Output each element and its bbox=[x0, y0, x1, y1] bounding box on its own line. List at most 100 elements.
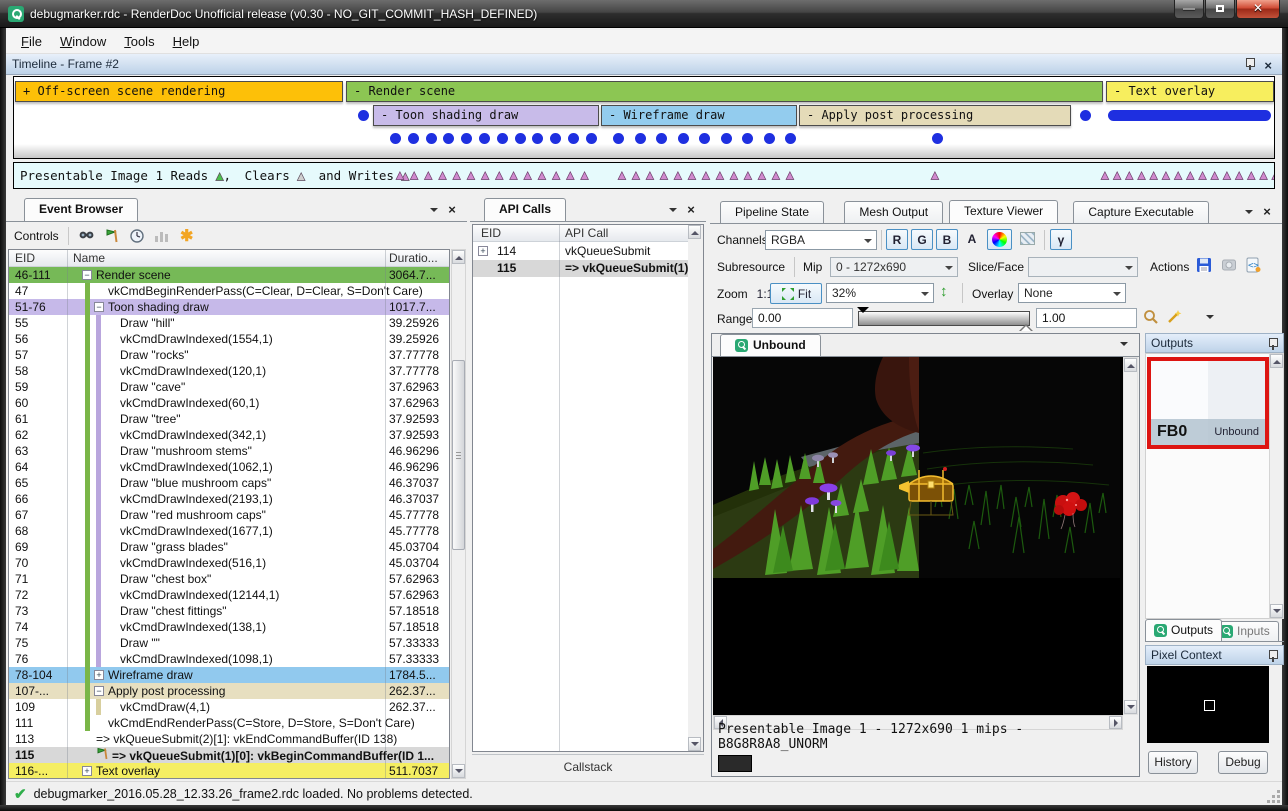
tab-api-calls[interactable]: API Calls bbox=[484, 198, 566, 221]
pin-icon[interactable] bbox=[1245, 58, 1254, 70]
title-bar[interactable]: debugmarker.rdc - RenderDoc Unofficial r… bbox=[0, 0, 1288, 28]
event-row[interactable]: 113=> vkQueueSubmit(2)[1]: vkEndCommandB… bbox=[9, 731, 449, 747]
event-row[interactable]: 67Draw "red mushroom caps"45.77778 bbox=[9, 507, 449, 523]
api-call-row[interactable]: +114vkQueueSubmit bbox=[473, 243, 688, 260]
menu-file[interactable]: File bbox=[12, 31, 51, 52]
event-row[interactable]: 62vkCmdDrawIndexed(342,1)37.92593 bbox=[9, 427, 449, 443]
event-row[interactable]: 55Draw "hill"39.25926 bbox=[9, 315, 449, 331]
checkerboard-button[interactable] bbox=[1015, 229, 1040, 250]
custom-action-icon[interactable]: ✱ bbox=[178, 227, 196, 244]
event-row[interactable]: 64vkCmdDrawIndexed(1062,1)46.96296 bbox=[9, 459, 449, 475]
event-row[interactable]: 74vkCmdDrawIndexed(138,1)57.18518 bbox=[9, 619, 449, 635]
event-row[interactable]: 68vkCmdDrawIndexed(1677,1)45.77778 bbox=[9, 523, 449, 539]
panel-dropdown-icon[interactable] bbox=[666, 203, 680, 217]
event-row[interactable]: 73Draw "chest fittings"57.18518 bbox=[9, 603, 449, 619]
event-row[interactable]: 47vkCmdBeginRenderPass(C=Clear, D=Clear,… bbox=[9, 283, 449, 299]
channels-combo[interactable]: RGBA bbox=[765, 230, 877, 250]
menu-help[interactable]: Help bbox=[164, 31, 209, 52]
scroll-up-icon[interactable] bbox=[1270, 354, 1283, 368]
event-row[interactable]: 72vkCmdDrawIndexed(12144,1)57.62963 bbox=[9, 587, 449, 603]
expand-icon[interactable]: + bbox=[94, 670, 104, 680]
history-button[interactable]: History bbox=[1148, 751, 1198, 774]
tab-mesh-output[interactable]: Mesh Output bbox=[844, 201, 943, 223]
pin-icon[interactable] bbox=[1268, 338, 1277, 350]
event-table-header[interactable]: EID Name Duratio... bbox=[9, 250, 449, 267]
autofit-magnifier-icon[interactable] bbox=[1142, 308, 1160, 325]
event-row[interactable]: 78-104+Wireframe draw1784.5... bbox=[9, 667, 449, 683]
zoom-level-combo[interactable]: 32% bbox=[826, 283, 934, 303]
event-row[interactable]: 59Draw "cave"37.62963 bbox=[9, 379, 449, 395]
outputs-header[interactable]: Outputs bbox=[1145, 333, 1284, 353]
event-row[interactable]: 109vkCmdDraw(4,1)262.37... bbox=[9, 699, 449, 715]
range-max-input[interactable]: 1.00 bbox=[1036, 308, 1137, 328]
collapse-icon[interactable]: − bbox=[82, 270, 92, 280]
channel-red-button[interactable]: R bbox=[886, 229, 908, 250]
texture-viewport[interactable] bbox=[713, 357, 1123, 715]
open-code-icon[interactable]: <> bbox=[1244, 256, 1262, 273]
event-row[interactable]: 57Draw "rocks"37.77778 bbox=[9, 347, 449, 363]
timeline-close-icon[interactable]: × bbox=[1264, 56, 1272, 76]
timeline-marker[interactable]: - Render scene bbox=[346, 81, 1103, 102]
pixel-context-header[interactable]: Pixel Context bbox=[1145, 645, 1284, 665]
range-min-input[interactable]: 0.00 bbox=[752, 308, 853, 328]
event-row[interactable]: 111vkCmdEndRenderPass(C=Store, D=Store, … bbox=[9, 715, 449, 731]
pixel-context-view[interactable] bbox=[1147, 666, 1269, 743]
tab-event-browser[interactable]: Event Browser bbox=[24, 198, 138, 221]
flip-y-icon[interactable]: ↕ bbox=[940, 283, 948, 300]
tab-pipeline-state[interactable]: Pipeline State bbox=[720, 201, 824, 223]
event-row[interactable]: 65Draw "blue mushroom caps"46.37037 bbox=[9, 475, 449, 491]
event-row[interactable]: 69Draw "grass blades"45.03704 bbox=[9, 539, 449, 555]
resize-grip[interactable] bbox=[1268, 791, 1280, 803]
time-draws-icon[interactable] bbox=[128, 227, 146, 244]
mip-combo[interactable]: 0 - 1272x690 bbox=[830, 257, 958, 277]
event-row[interactable]: 107-...−Apply post processing262.37... bbox=[9, 683, 449, 699]
event-row[interactable]: 75Draw ""57.33333 bbox=[9, 635, 449, 651]
range-black-marker[interactable] bbox=[857, 307, 869, 319]
panel-close-icon[interactable]: × bbox=[1260, 205, 1274, 219]
range-spinner-icon[interactable] bbox=[1206, 309, 1218, 326]
scroll-up-icon[interactable] bbox=[688, 225, 701, 239]
fb0-thumbnail[interactable]: FB0 Unbound bbox=[1147, 357, 1269, 449]
event-row[interactable]: 60vkCmdDrawIndexed(60,1)37.62963 bbox=[9, 395, 449, 411]
timeline-marker[interactable]: - Toon shading draw bbox=[373, 105, 599, 126]
api-call-row[interactable]: 115=> vkQueueSubmit(1)[... bbox=[473, 260, 688, 277]
tab-unbound-texture[interactable]: Unbound bbox=[720, 334, 821, 356]
pin-icon[interactable] bbox=[1268, 650, 1277, 662]
event-row[interactable]: 63Draw "mushroom stems"46.96296 bbox=[9, 443, 449, 459]
texture-vscrollbar[interactable] bbox=[1123, 357, 1138, 715]
timeline-panel-header[interactable]: Timeline - Frame #2 × bbox=[6, 54, 1282, 75]
event-row[interactable]: 71Draw "chest box"57.62963 bbox=[9, 571, 449, 587]
channel-alpha-button[interactable]: A bbox=[961, 229, 983, 250]
timeline-canvas[interactable]: + Off-screen scene rendering- Render sce… bbox=[13, 76, 1275, 159]
event-row[interactable]: 51-76−Toon shading draw1017.7... bbox=[9, 299, 449, 315]
expand-icon[interactable]: + bbox=[478, 246, 488, 256]
channel-green-button[interactable]: G bbox=[911, 229, 933, 250]
collapse-icon[interactable]: − bbox=[94, 302, 104, 312]
scroll-down-icon[interactable] bbox=[688, 737, 701, 751]
panel-dropdown-icon[interactable] bbox=[427, 203, 441, 217]
tab-capture-executable[interactable]: Capture Executable bbox=[1073, 201, 1208, 223]
histogram-wand-icon[interactable] bbox=[1165, 308, 1183, 325]
range-white-marker[interactable] bbox=[1019, 317, 1033, 331]
debug-button[interactable]: Debug bbox=[1218, 751, 1268, 774]
minimize-button[interactable]: — bbox=[1174, 0, 1204, 19]
event-row[interactable]: 46-111−Render scene3064.7... bbox=[9, 267, 449, 283]
find-event-icon[interactable] bbox=[78, 227, 96, 244]
timeline-marker[interactable]: + Off-screen scene rendering bbox=[15, 81, 343, 102]
scroll-down-icon[interactable] bbox=[1270, 604, 1283, 618]
slice-face-combo[interactable] bbox=[1028, 257, 1138, 277]
scroll-down-icon[interactable] bbox=[1124, 700, 1137, 714]
scroll-up-icon[interactable] bbox=[1124, 358, 1137, 372]
event-row[interactable]: 76vkCmdDrawIndexed(1098,1)57.33333 bbox=[9, 651, 449, 667]
api-calls-scrollbar[interactable] bbox=[688, 225, 703, 751]
timeline-marker[interactable]: - Text overlay bbox=[1106, 81, 1274, 102]
event-row[interactable]: 115=> vkQueueSubmit(1)[0]: vkBeginComman… bbox=[9, 747, 449, 763]
expand-icon[interactable]: + bbox=[82, 766, 92, 776]
save-icon[interactable] bbox=[1195, 256, 1213, 273]
panel-dropdown-icon[interactable] bbox=[1242, 205, 1256, 219]
event-row[interactable]: 70vkCmdDrawIndexed(516,1)45.03704 bbox=[9, 555, 449, 571]
close-button[interactable]: ✕ bbox=[1236, 0, 1280, 19]
scroll-down-icon[interactable] bbox=[452, 764, 465, 778]
column-divider[interactable] bbox=[559, 225, 560, 751]
event-row[interactable]: 116-...+Text overlay511.7037 bbox=[9, 763, 449, 778]
